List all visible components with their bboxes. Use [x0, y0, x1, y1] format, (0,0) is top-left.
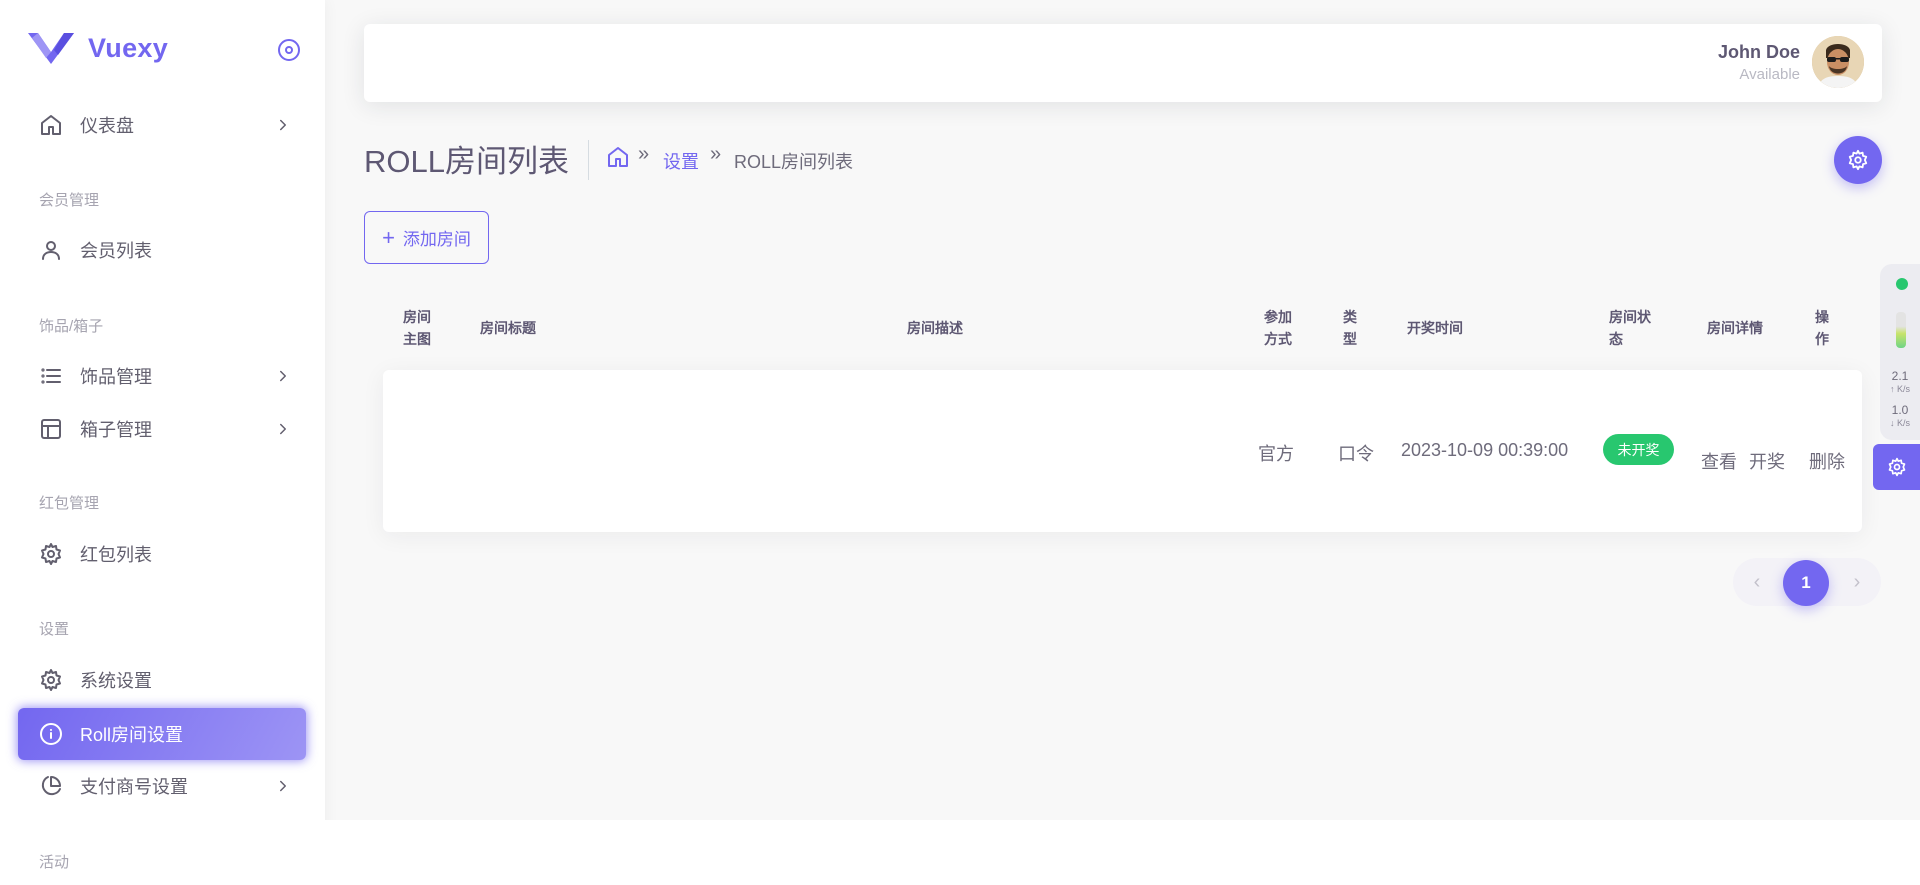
nav-header-skins-boxes: 饰品/箱子 [39, 318, 104, 335]
breadcrumb-separator: » [638, 143, 650, 165]
sidebar-item-red-packet-list[interactable]: 红包列表 [18, 528, 306, 580]
pagination-page-1[interactable]: 1 [1783, 560, 1829, 606]
download-speed-value: 1.0 [1891, 403, 1909, 417]
draw-button[interactable]: 开奖 [1749, 448, 1785, 474]
breadcrumb-link-settings[interactable]: 设置 [663, 148, 699, 174]
sidebar-item-member-list[interactable]: 会员列表 [18, 224, 306, 276]
column-header-draw-time: 开奖时间 [1407, 320, 1463, 336]
sidebar-item-skin-management[interactable]: 饰品管理 [18, 350, 306, 402]
column-header-room-title: 房间标题 [480, 320, 536, 336]
vuexy-logo-icon [28, 33, 74, 64]
chevron-right-icon [280, 370, 286, 382]
upload-speed-unit: ↑ K/s [1889, 384, 1910, 394]
customizer-toggle-button[interactable] [1873, 444, 1920, 490]
pagination-prev-button[interactable]: ‹ [1733, 558, 1781, 606]
cell-type: 口令 [1338, 444, 1374, 464]
sidebar-item-label: 饰品管理 [80, 367, 152, 387]
page-title: ROLL房间列表 [364, 144, 569, 179]
avatar-image [1812, 36, 1864, 88]
connection-status-dot [1896, 278, 1908, 290]
add-room-label: 添加房间 [402, 230, 471, 249]
pagination-next-button[interactable]: › [1833, 558, 1881, 606]
add-room-button[interactable]: + 添加房间 [364, 211, 489, 264]
cell-join-method: 官方 [1258, 444, 1294, 464]
sidebar-item-dashboard[interactable]: 仪表盘 [18, 99, 306, 151]
cell-draw-time: 2023-10-09 00:39:00 [1401, 440, 1569, 460]
footer [325, 820, 1920, 885]
breadcrumb-separator: » [710, 143, 722, 165]
sidebar-item-label: 仪表盘 [80, 116, 134, 136]
user-name[interactable]: John Doe [1718, 42, 1800, 63]
sidebar-item-label: Roll房间设置 [80, 725, 184, 745]
gear-icon [38, 667, 64, 693]
sidebar-item-roll-room-settings[interactable]: Roll房间设置 [18, 708, 306, 760]
chevron-right-icon [280, 780, 286, 792]
column-header-room-description: 房间描述 [907, 320, 963, 336]
user-status: Available [1739, 66, 1800, 83]
view-button[interactable]: 查看 [1701, 448, 1737, 474]
sidebar-item-payment-merchant-settings[interactable]: 支付商号设置 [18, 760, 306, 812]
upload-speed-value: 2.1 [1891, 369, 1909, 383]
sidebar-item-system-settings[interactable]: 系统设置 [18, 654, 306, 706]
nav-header-settings: 设置 [39, 621, 70, 638]
sidebar-item-label: 红包列表 [80, 545, 152, 565]
gear-icon [38, 541, 64, 567]
settings-button[interactable] [1834, 136, 1882, 184]
chevron-right-icon [280, 119, 286, 131]
pagination: ‹ 1 › [1733, 558, 1881, 606]
pie-chart-icon [38, 773, 64, 799]
user-icon [38, 237, 64, 263]
list-icon [38, 363, 64, 389]
column-header-room-details: 房间详情 [1707, 320, 1763, 336]
avatar[interactable] [1812, 36, 1864, 88]
nav-header-activities: 活动 [39, 854, 70, 871]
sidebar-item-label: 会员列表 [80, 241, 152, 261]
breadcrumb-current: ROLL房间列表 [734, 152, 854, 172]
gear-icon [1848, 149, 1868, 171]
column-header-room-status: 房间状 态 [1609, 309, 1651, 347]
nav-header-members: 会员管理 [39, 192, 100, 209]
home-icon [38, 112, 64, 138]
network-speed-widget[interactable]: 2.1 ↑ K/s 1.0 ↓ K/s [1880, 264, 1920, 440]
sidebar: Vuexy 仪表盘 会员管理 会员列表 饰品/箱子 饰品管理 箱子管理 红包管理 [0, 0, 325, 885]
status-badge: 未开奖 [1603, 434, 1674, 465]
column-header-join-method: 参加 方式 [1264, 309, 1292, 347]
title-divider [588, 140, 589, 180]
signal-level-bar [1896, 312, 1906, 348]
chevron-right-icon [280, 423, 286, 435]
download-speed-unit: ↓ K/s [1889, 418, 1910, 428]
nav-header-red-packets: 红包管理 [39, 495, 100, 512]
sidebar-item-label: 系统设置 [80, 671, 152, 691]
brand-logo[interactable]: Vuexy [28, 28, 168, 68]
sidebar-item-label: 支付商号设置 [80, 777, 188, 797]
info-icon [38, 721, 64, 747]
column-header-room-image: 房间 主图 [403, 309, 431, 347]
layout-icon [38, 416, 64, 442]
sidebar-item-label: 箱子管理 [80, 420, 152, 440]
brand-name: Vuexy [88, 32, 169, 63]
breadcrumb-home-icon[interactable] [606, 145, 630, 169]
plus-icon: + [382, 224, 395, 250]
sidebar-item-box-management[interactable]: 箱子管理 [18, 403, 306, 455]
top-navbar: John Doe Available [364, 24, 1882, 102]
gear-icon [1888, 457, 1905, 477]
column-header-actions: 操 作 [1815, 309, 1829, 347]
sidebar-collapse-toggle-icon[interactable] [277, 38, 301, 62]
delete-button[interactable]: 删除 [1809, 448, 1845, 474]
column-header-type: 类 型 [1343, 309, 1357, 347]
